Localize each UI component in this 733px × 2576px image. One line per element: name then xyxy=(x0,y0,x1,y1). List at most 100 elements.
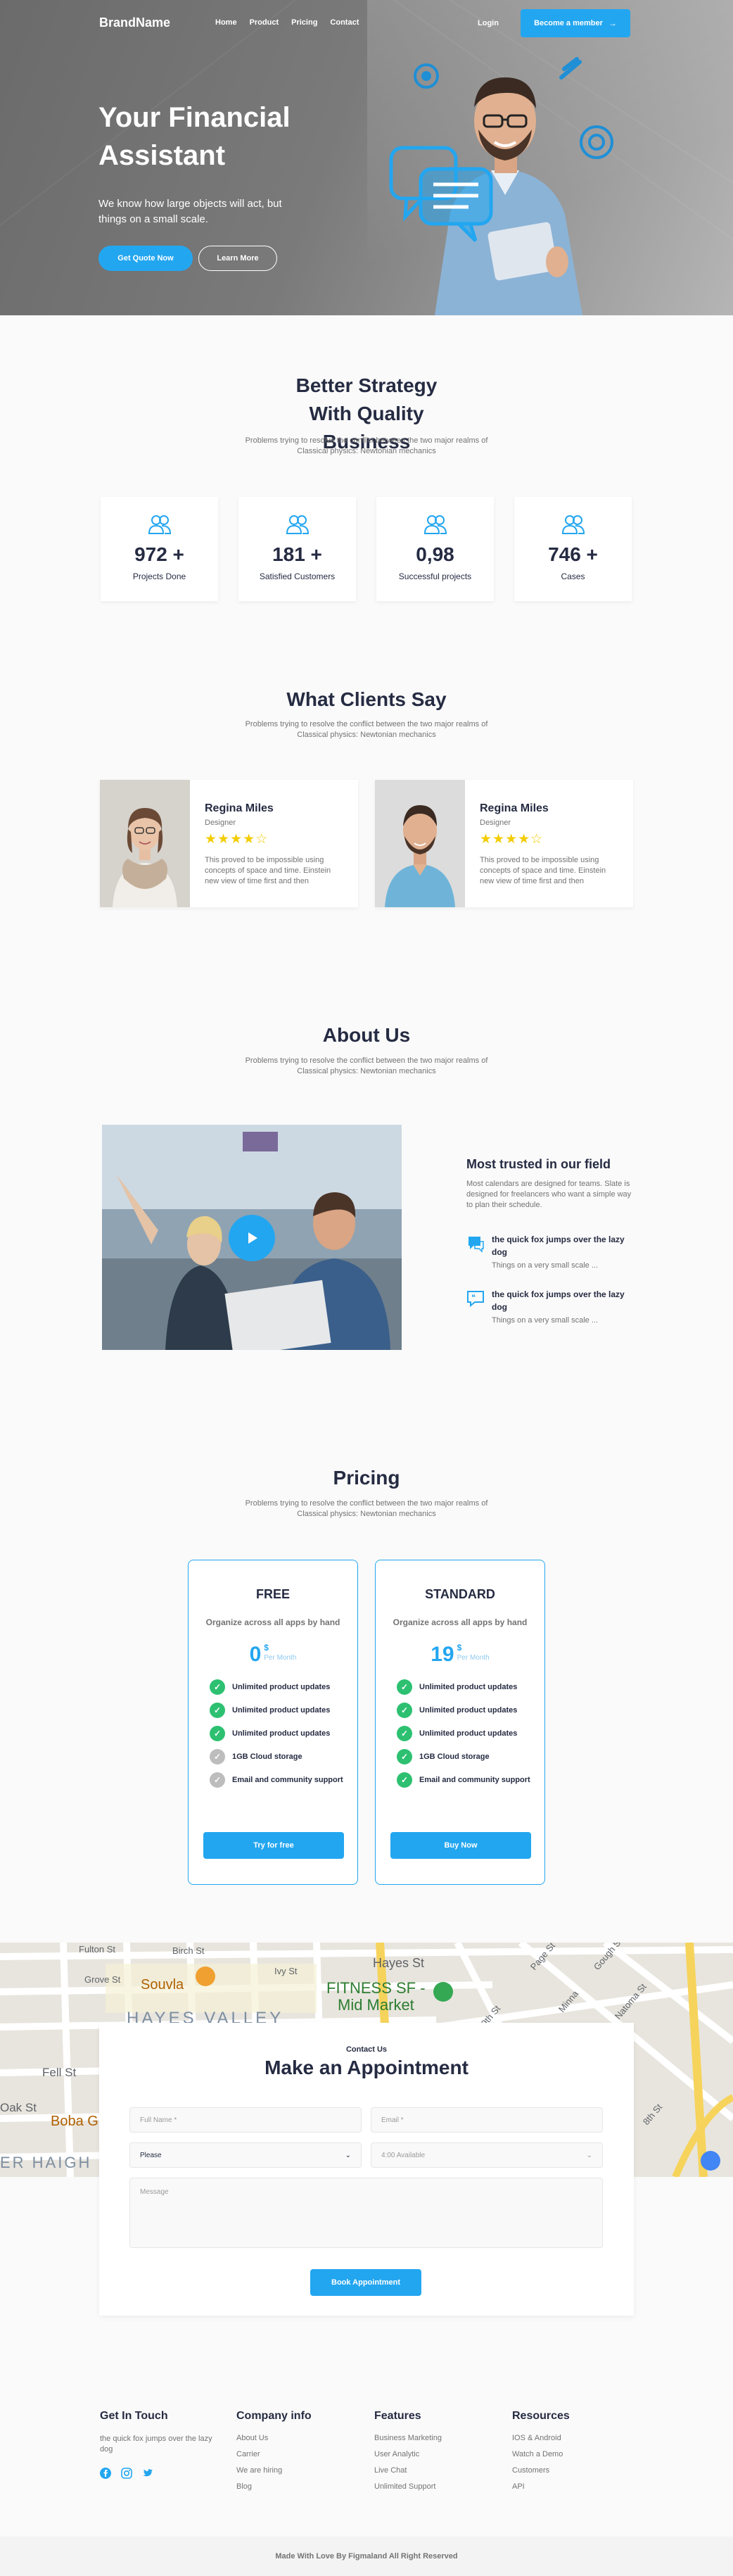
footer-link[interactable]: Watch a Demo xyxy=(512,2450,639,2458)
hero-title: Your Financial Assistant xyxy=(98,102,291,171)
stat-card: 972 + Projects Done xyxy=(101,497,218,601)
map-label: Boba G xyxy=(51,2114,98,2129)
about-subtitle: Problems trying to resolve the conflict … xyxy=(245,1056,488,1075)
plan-feature-text: Unlimited product updates xyxy=(232,1706,331,1715)
contact-kicker: Contact Us xyxy=(345,2045,388,2054)
map-label: Fulton St xyxy=(79,1944,115,1955)
trust-description: Most calendars are designed for teams. S… xyxy=(466,1180,632,1209)
department-select[interactable]: Please ⌄ xyxy=(129,2142,362,2168)
plan-features: ✓ Unlimited product updates ✓ Unlimited pr… xyxy=(376,1679,544,1788)
price-value: 0 xyxy=(249,1643,262,1666)
login-link[interactable]: Login xyxy=(478,19,499,27)
check-icon: ✓ xyxy=(397,1772,412,1788)
plan-feature-text: Unlimited product updates xyxy=(232,1683,331,1691)
footer-link[interactable]: Blog xyxy=(236,2482,363,2491)
become-member-button[interactable]: Become a member → xyxy=(521,9,630,37)
feature-text: Things on a very small scale ... xyxy=(492,1261,599,1270)
footer-link[interactable]: Business Marketing xyxy=(374,2434,501,2442)
nav-link-product[interactable]: Product xyxy=(250,18,279,27)
map-label: Birch St xyxy=(172,1945,205,1956)
nav-link-home[interactable]: Home xyxy=(215,18,237,27)
footer-link[interactable]: About Us xyxy=(236,2434,363,2442)
map-label: Oak St xyxy=(0,2101,37,2114)
plan-description: Organize across all apps by hand xyxy=(205,1617,340,1627)
star-rating: ★★★★☆ xyxy=(480,832,544,847)
nav-link-pricing[interactable]: Pricing xyxy=(291,18,317,27)
hero-section: BrandName Home Product Pricing Contact L… xyxy=(0,0,733,315)
full-name-field[interactable]: Full Name * xyxy=(129,2107,362,2133)
feature-text: Things on a very small scale ... xyxy=(492,1316,599,1325)
testimonial-name: Regina Miles xyxy=(205,802,274,814)
plan-feature-text: Unlimited product updates xyxy=(419,1706,518,1715)
map-label: Souvla xyxy=(141,1977,184,1993)
plan-feature: ✓ Email and community support xyxy=(210,1772,357,1788)
appointment-title: Make an Appointment xyxy=(264,2057,469,2078)
learn-more-button[interactable]: Learn More xyxy=(198,246,277,271)
plan-feature-text: Unlimited product updates xyxy=(419,1729,518,1738)
trust-title: Most trusted in our field xyxy=(466,1157,611,1171)
users-icon xyxy=(238,512,356,536)
plan-feature-text: 1GB Cloud storage xyxy=(232,1753,302,1761)
twitter-icon[interactable] xyxy=(142,2468,153,2479)
get-quote-button[interactable]: Get Quote Now xyxy=(98,246,193,271)
pricing-title: Pricing xyxy=(333,1467,400,1489)
time-select[interactable]: 4:00 Available ⌄ xyxy=(371,2142,603,2168)
testimonial-role: Designer xyxy=(480,819,511,827)
about-title: About Us xyxy=(322,1024,411,1046)
stat-card: 181 + Satisfied Customers xyxy=(238,497,356,601)
check-icon: ✓ xyxy=(210,1679,225,1695)
brand-logo[interactable]: BrandName xyxy=(99,15,170,30)
stat-label: Satisfied Customers xyxy=(259,572,336,581)
about-video[interactable] xyxy=(102,1125,402,1350)
footer-link[interactable]: Customers xyxy=(512,2466,639,2475)
testimonial-quote: This proved to be impossible using conce… xyxy=(205,856,331,885)
stat-label: Cases xyxy=(561,572,585,581)
clients-title: What Clients Say xyxy=(286,688,447,710)
instagram-icon[interactable] xyxy=(121,2468,132,2479)
plan-feature: ✓ Unlimited product updates xyxy=(397,1679,544,1695)
check-icon: ✓ xyxy=(210,1703,225,1718)
footer-link[interactable]: We are hiring xyxy=(236,2466,363,2475)
footer-link[interactable]: Unlimited Support xyxy=(374,2482,501,2491)
email-field[interactable]: Email * xyxy=(371,2107,603,2133)
avatar xyxy=(375,780,465,907)
footer: Get In Touch the quick fox jumps over th… xyxy=(0,2365,733,2534)
plan-price: 19 $ Per Month xyxy=(376,1643,544,1667)
plan-feature: ✓ Unlimited product updates xyxy=(397,1703,544,1718)
plan-feature: ✓ Unlimited product updates xyxy=(210,1703,357,1718)
users-icon xyxy=(514,512,632,536)
nav-link-contact[interactable]: Contact xyxy=(330,18,359,27)
play-button[interactable] xyxy=(229,1215,275,1261)
strategy-subtitle: Problems trying to resolve the conflict … xyxy=(245,436,488,455)
buy-now-button[interactable]: Buy Now xyxy=(390,1832,531,1859)
footer-link[interactable]: API xyxy=(512,2482,639,2491)
message-field[interactable]: Message xyxy=(129,2178,603,2248)
stat-value: 746 + xyxy=(548,543,598,565)
plan-feature-text: Email and community support xyxy=(232,1776,343,1784)
top-nav: BrandName Home Product Pricing Contact L… xyxy=(0,8,733,39)
plan-name: FREE xyxy=(255,1587,290,1601)
footer-link[interactable]: Live Chat xyxy=(374,2466,501,2475)
stat-value: 972 + xyxy=(134,543,184,565)
plan-feature-text: Unlimited product updates xyxy=(419,1683,518,1691)
users-icon xyxy=(376,512,494,536)
feature-title: the quick fox jumps over the lazy dog xyxy=(492,1289,625,1312)
time-select-value: 4:00 Available xyxy=(381,2151,426,2159)
footer-link[interactable]: Carrier xyxy=(236,2450,363,2458)
map-label: Mid Market xyxy=(338,1996,414,2014)
facebook-icon[interactable] xyxy=(100,2468,111,2479)
footer-heading: Features xyxy=(374,2410,421,2422)
testimonial-name: Regina Miles xyxy=(480,802,549,814)
price-value: 19 xyxy=(431,1643,454,1666)
footer-link[interactable]: User Analytic xyxy=(374,2450,501,2458)
chevron-down-icon: ⌄ xyxy=(586,2151,592,2159)
try-free-button[interactable]: Try for free xyxy=(203,1832,344,1859)
plan-feature: ✓ Unlimited product updates xyxy=(210,1726,357,1741)
play-icon xyxy=(248,1232,257,1244)
footer-link[interactable]: IOS & Android xyxy=(512,2434,639,2442)
book-appointment-button[interactable]: Book Appointment xyxy=(310,2269,421,2296)
plan-name: STANDARD xyxy=(425,1587,495,1601)
footer-get-in-touch: Get In Touch the quick fox jumps over th… xyxy=(100,2410,227,2479)
map-label: ER HAIGH xyxy=(0,2154,91,2171)
chevron-down-icon: ⌄ xyxy=(345,2151,351,2159)
